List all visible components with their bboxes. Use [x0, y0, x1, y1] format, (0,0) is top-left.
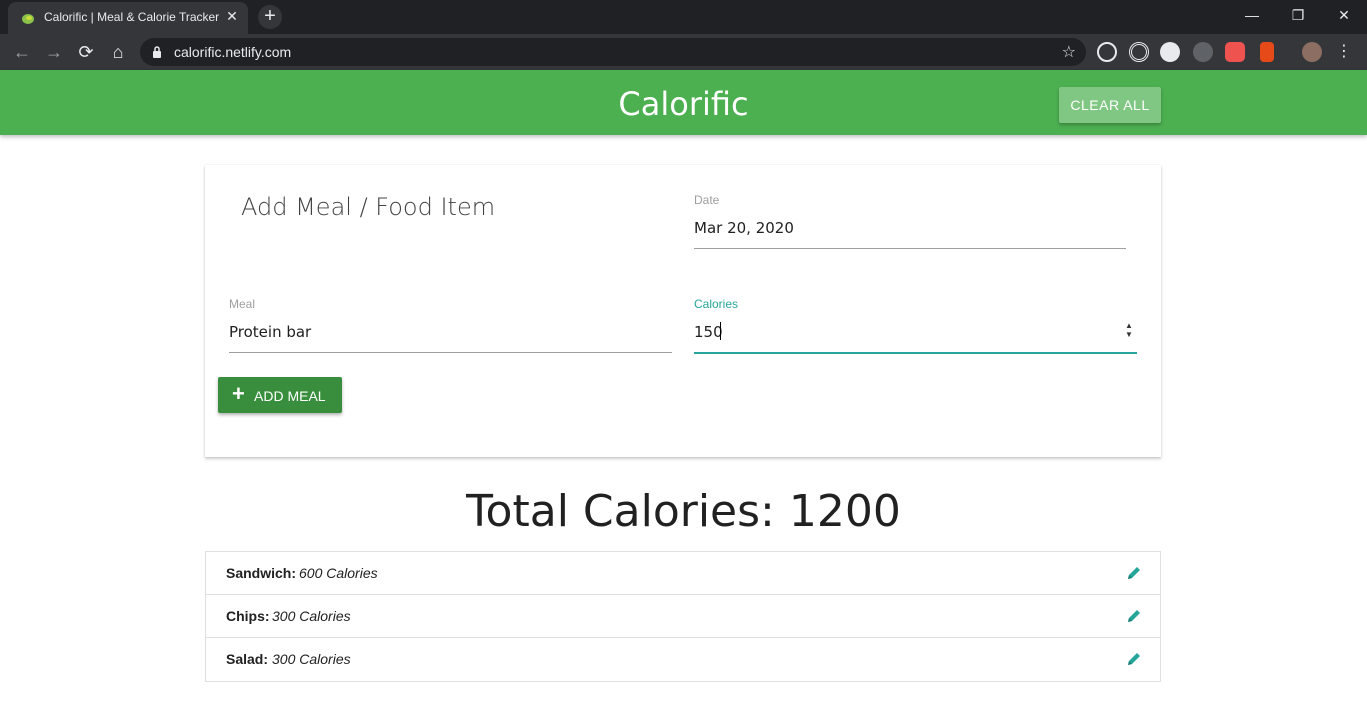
meal-calories: 300 Calories — [272, 651, 351, 667]
meal-calories: 600 Calories — [299, 565, 378, 581]
meal-list: Sandwich: 600 Calories Chips: 300 Calori… — [205, 551, 1161, 682]
date-field[interactable]: Mar 20, 2020 — [694, 219, 794, 237]
meal-name: Salad: — [226, 651, 269, 667]
meal-input[interactable]: Protein bar — [229, 323, 311, 341]
pencil-icon[interactable] — [1126, 565, 1142, 581]
bug-extension-icon[interactable] — [1260, 42, 1274, 62]
restore-button[interactable]: ❐ — [1275, 0, 1321, 30]
calories-underline — [694, 352, 1137, 354]
meal-underline — [229, 352, 672, 353]
tab-close-icon[interactable]: ✕ — [224, 8, 240, 24]
date-label: Date — [694, 193, 720, 207]
browser-tab[interactable]: Calorific | Meal & Calorie Tracker ✕ — [8, 2, 248, 34]
pocket-extension-icon[interactable] — [1225, 42, 1245, 62]
browser-titlebar: Calorific | Meal & Calorie Tracker ✕ + —… — [0, 0, 1367, 34]
text-caret — [720, 322, 721, 340]
total-calories: Total Calories: 1200 — [466, 486, 901, 537]
app-navbar: Calorific CLEAR ALL — [0, 70, 1367, 135]
meal-calories: 300 Calories — [272, 608, 351, 624]
bookmark-star-icon[interactable]: ☆ — [1062, 42, 1076, 62]
browser-toolbar: ← → ⟳ ⌂ calorific.netlify.com ☆ ⋮ — [0, 34, 1367, 70]
add-meal-card: Add Meal / Food Item Date Mar 20, 2020 M… — [205, 165, 1161, 457]
card-title: Add Meal / Food Item — [241, 193, 496, 221]
url-text: calorific.netlify.com — [174, 44, 292, 60]
list-item: Sandwich: 600 Calories — [206, 552, 1160, 595]
list-item: Salad: 300 Calories — [206, 638, 1160, 681]
app-favicon-icon — [22, 14, 34, 24]
reload-button[interactable]: ⟳ — [74, 40, 98, 64]
back-button[interactable]: ← — [10, 40, 34, 64]
calories-label: Calories — [694, 297, 739, 311]
address-bar[interactable]: calorific.netlify.com ☆ — [140, 38, 1086, 66]
menu-kebab-icon[interactable]: ⋮ — [1332, 40, 1356, 64]
pencil-icon[interactable] — [1126, 608, 1142, 624]
calories-input[interactable]: 150 — [694, 323, 723, 341]
target-extension-icon[interactable] — [1129, 42, 1149, 62]
meal-name: Sandwich: — [226, 565, 297, 581]
forward-button[interactable]: → — [42, 40, 66, 64]
new-tab-button[interactable]: + — [258, 5, 282, 29]
extension-icon[interactable] — [1160, 42, 1180, 62]
lock-icon — [153, 46, 161, 58]
number-spinner[interactable]: ▲ ▼ — [1123, 321, 1135, 341]
minimize-button[interactable]: — — [1229, 0, 1275, 30]
tab-title: Calorific | Meal & Calorie Tracker — [44, 10, 220, 24]
plus-icon: + — [232, 381, 245, 406]
home-button[interactable]: ⌂ — [106, 40, 130, 64]
add-meal-label: ADD MEAL — [254, 388, 326, 404]
glasses-extension-icon[interactable] — [1193, 42, 1213, 62]
brand-logo[interactable]: Calorific — [0, 85, 1367, 123]
close-window-button[interactable]: ✕ — [1321, 0, 1367, 30]
meal-name: Chips: — [226, 608, 270, 624]
profile-avatar[interactable] — [1302, 42, 1322, 62]
react-devtools-icon[interactable] — [1097, 42, 1117, 62]
date-underline — [694, 248, 1126, 249]
list-item: Chips: 300 Calories — [206, 595, 1160, 638]
meal-label: Meal — [229, 297, 256, 311]
add-meal-button[interactable]: + ADD MEAL — [218, 377, 342, 413]
clear-all-button[interactable]: CLEAR ALL — [1059, 87, 1161, 123]
pencil-icon[interactable] — [1126, 651, 1142, 667]
